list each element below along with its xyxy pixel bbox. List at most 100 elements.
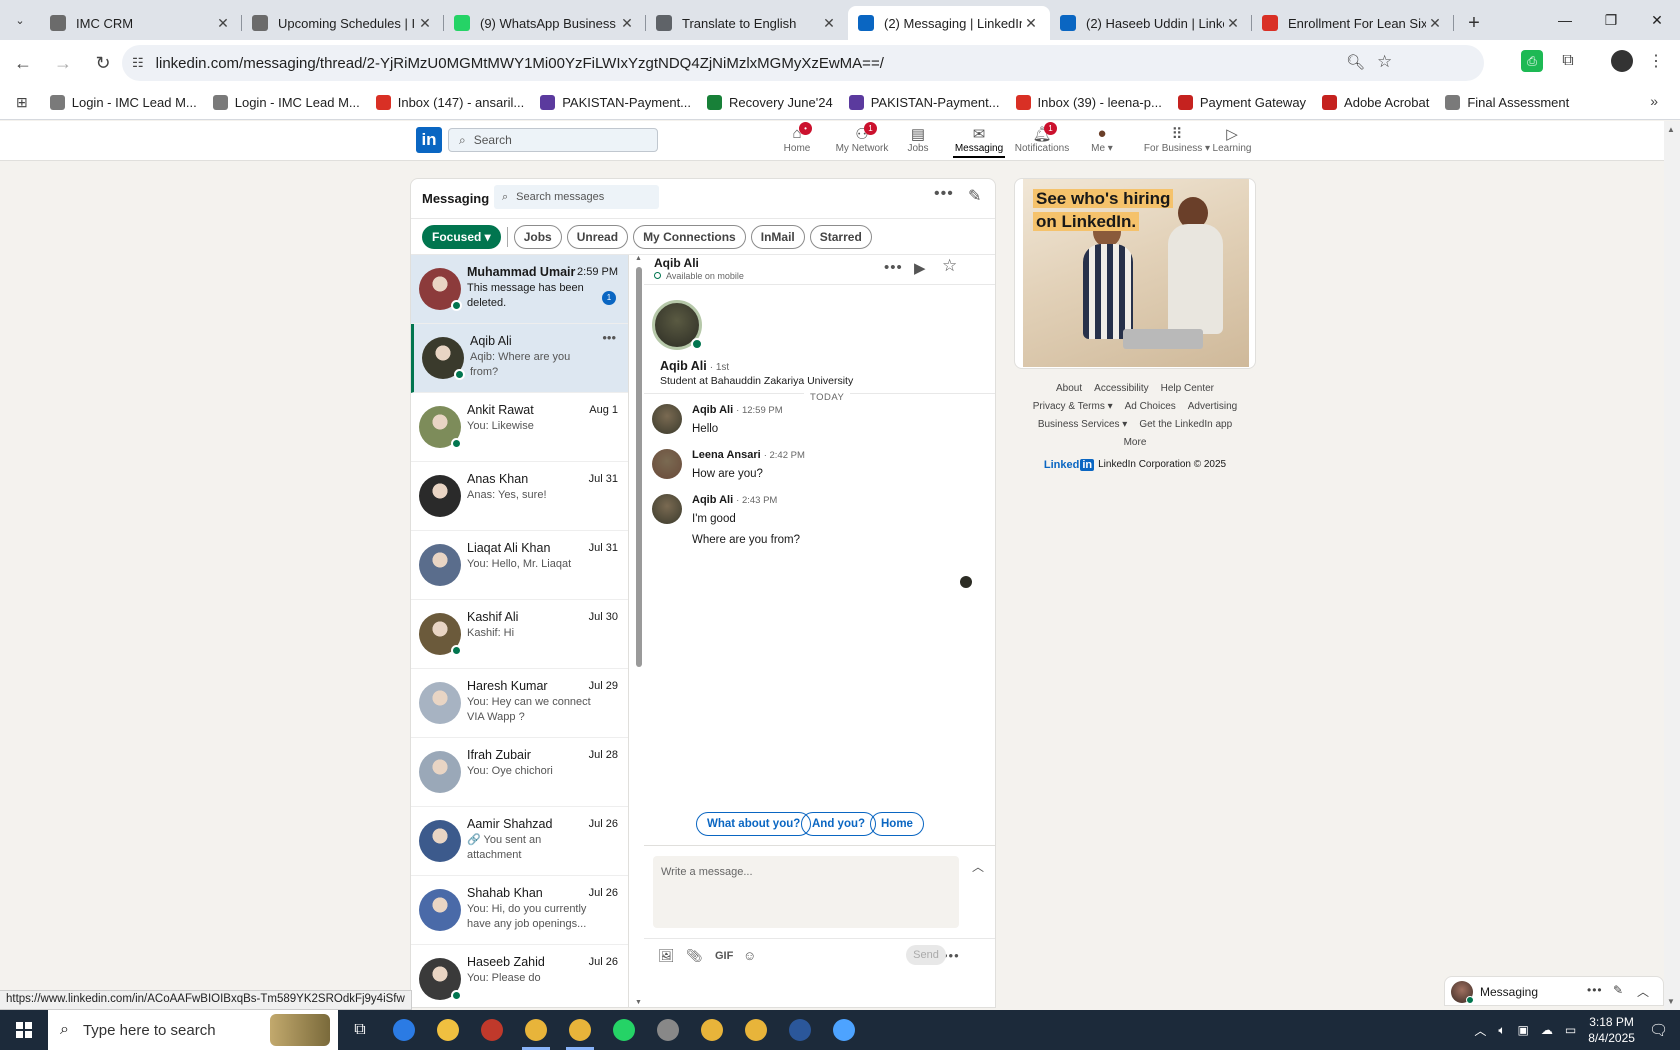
contact-profile-name[interactable]: Aqib Ali · 1st xyxy=(660,359,729,373)
taskbar-app-icon[interactable] xyxy=(690,1010,734,1050)
thread-contact-name[interactable]: Aqib Ali xyxy=(654,256,699,270)
browser-tab[interactable]: Translate to English ✕ xyxy=(646,6,848,40)
start-button[interactable] xyxy=(0,1010,48,1050)
conversation-item[interactable]: Liaqat Ali Khan Jul 31 You: Hello, Mr. Lia… xyxy=(411,531,628,600)
bookmark-item[interactable]: Inbox (39) - leena-p... xyxy=(1015,95,1162,110)
reload-icon[interactable]: ↻ xyxy=(86,46,120,80)
footer-link[interactable]: Accessibility xyxy=(1094,380,1148,398)
gif-button[interactable]: GIF xyxy=(715,950,733,962)
clock[interactable]: 3:18 PM 8/4/2025 xyxy=(1588,1014,1635,1046)
star-icon[interactable]: ☆ xyxy=(942,256,957,276)
nav-briefcase[interactable]: ▤ Jobs xyxy=(888,125,948,154)
onedrive-icon[interactable]: ☁ xyxy=(1541,1023,1553,1037)
page-scrollbar[interactable]: ▲ ▼ xyxy=(1664,121,1680,1010)
footer-link[interactable]: About xyxy=(1056,380,1082,398)
taskbar-app-icon[interactable] xyxy=(778,1010,822,1050)
message-input[interactable]: Write a message... xyxy=(653,856,959,928)
conversation-item[interactable]: Kashif Ali Jul 30 Kashif: Hi xyxy=(411,600,628,669)
suggested-reply-button[interactable]: And you? xyxy=(801,812,877,836)
url-text[interactable]: linkedin.com/messaging/thread/2-YjRiMzU0… xyxy=(156,55,884,72)
bookmark-item[interactable]: Login - IMC Lead M... xyxy=(49,95,197,110)
footer-link[interactable]: Help Center xyxy=(1161,380,1214,398)
taskbar-app-icon[interactable] xyxy=(822,1010,866,1050)
filter-pill[interactable]: Jobs xyxy=(513,224,562,249)
browser-tab[interactable]: Upcoming Schedules | IM ✕ xyxy=(242,6,444,40)
meet-icon[interactable]: ▣ xyxy=(1518,1023,1529,1037)
taskbar-app-icon[interactable] xyxy=(558,1010,602,1050)
browser-tab[interactable]: (2) Haseeb Uddin | Linke ✕ xyxy=(1050,6,1252,40)
bookmark-item[interactable]: Inbox (147) - ansaril... xyxy=(375,95,524,110)
footer-link[interactable]: Get the LinkedIn app xyxy=(1139,416,1232,434)
sender-avatar[interactable] xyxy=(652,404,682,434)
sender-name[interactable]: Aqib Ali xyxy=(692,404,733,416)
tab-close-icon[interactable]: ✕ xyxy=(618,15,636,32)
expand-composer-icon[interactable]: ︿ xyxy=(972,858,984,875)
bookmark-item[interactable]: Payment Gateway xyxy=(1177,95,1306,110)
extensions-puzzle-icon[interactable]: ⧉ xyxy=(1557,50,1579,72)
nav-play[interactable]: ▷ Learning xyxy=(1202,125,1262,154)
conversation-item[interactable]: Aqib Ali ••• Aqib: Where are you from? xyxy=(411,324,628,393)
suggested-reply-button[interactable]: Home xyxy=(870,812,924,836)
nav-home[interactable]: ⌂ • Home xyxy=(767,122,827,154)
conversation-item[interactable]: Aamir Shahzad Jul 26 🔗 You sent an attachm… xyxy=(411,807,628,876)
browser-menu-icon[interactable]: ⋮ xyxy=(1645,50,1667,72)
filter-pill[interactable]: Focused ▾ xyxy=(422,224,501,249)
footer-link[interactable]: Privacy & Terms ▾ xyxy=(1033,398,1113,416)
browser-tab[interactable]: (2) Messaging | LinkedIn ✕ xyxy=(848,6,1050,40)
mini-expand-icon[interactable]: ︿ xyxy=(1637,983,1649,1000)
compose-icon[interactable]: ✎ xyxy=(968,186,981,206)
conversation-item[interactable]: Shahab Khan Jul 26 You: Hi, do you current… xyxy=(411,876,628,945)
nav-chat[interactable]: ✉ Messaging xyxy=(949,125,1009,158)
tab-close-icon[interactable]: ✕ xyxy=(1426,15,1444,32)
global-search-input[interactable]: ⌕ Search xyxy=(448,128,658,152)
apps-grid-icon[interactable]: ⊞ xyxy=(16,94,28,111)
tab-search-chevron-icon[interactable]: ⌄ xyxy=(0,0,40,40)
bookmark-item[interactable]: Recovery June'24 xyxy=(707,95,833,110)
filter-pill[interactable]: Starred xyxy=(809,224,872,249)
filter-pill[interactable]: InMail xyxy=(750,224,805,249)
conversation-item[interactable]: Anas Khan Jul 31 Anas: Yes, sure! xyxy=(411,462,628,531)
back-icon[interactable]: ← xyxy=(6,46,40,80)
filter-pill[interactable]: Unread xyxy=(566,224,629,249)
bookmark-item[interactable]: Login - IMC Lead M... xyxy=(212,95,360,110)
close-window-icon[interactable]: ✕ xyxy=(1634,0,1680,40)
scroll-up-icon[interactable]: ▲ xyxy=(1667,125,1675,134)
taskbar-app-icon[interactable] xyxy=(646,1010,690,1050)
bookmark-item[interactable]: Adobe Acrobat xyxy=(1322,95,1429,110)
footer-link[interactable]: Ad Choices xyxy=(1125,398,1176,416)
taskbar-app-icon[interactable] xyxy=(382,1010,426,1050)
conversation-item[interactable]: Haseeb Zahid Jul 26 You: Please do xyxy=(411,945,628,1007)
scrollbar-thumb[interactable] xyxy=(636,267,642,667)
footer-link[interactable]: Advertising xyxy=(1188,398,1237,416)
browser-tab[interactable]: IMC CRM ✕ xyxy=(40,6,242,40)
conversation-more-icon[interactable]: ••• xyxy=(602,330,616,345)
scroll-up-icon[interactable]: ▲ xyxy=(635,255,642,262)
conversation-scrollbar[interactable]: ▲ ▼ xyxy=(634,255,644,1007)
conversation-item[interactable]: Ifrah Zubair Jul 28 You: Oye chichori xyxy=(411,738,628,807)
tab-close-icon[interactable]: ✕ xyxy=(1022,15,1040,32)
taskbar-app-icon[interactable] xyxy=(470,1010,514,1050)
image-icon[interactable]: 🖼︎ xyxy=(658,948,675,964)
omnibox[interactable]: ☷ linkedin.com/messaging/thread/2-YjRiMz… xyxy=(122,45,1484,81)
taskbar-app-icon[interactable] xyxy=(734,1010,778,1050)
hiring-ad[interactable]: See who's hiring on LinkedIn. xyxy=(1014,178,1256,369)
tab-close-icon[interactable]: ✕ xyxy=(214,15,232,32)
scroll-down-icon[interactable]: ▼ xyxy=(1667,997,1675,1006)
sender-name[interactable]: Leena Ansari xyxy=(692,449,761,461)
taskbar-app-icon[interactable] xyxy=(426,1010,470,1050)
send-button[interactable]: Send xyxy=(906,945,946,965)
task-view-icon[interactable]: ⧉ xyxy=(338,1010,382,1050)
suggested-reply-button[interactable]: What about you? xyxy=(696,812,812,836)
tray-chevron-icon[interactable]: ︿ xyxy=(1474,1022,1486,1039)
footer-link[interactable]: Business Services ▾ xyxy=(1038,416,1128,434)
thread-more-icon[interactable]: ••• xyxy=(884,259,903,276)
nav-network[interactable]: ⚇ 1 My Network xyxy=(832,122,892,154)
minimize-icon[interactable]: — xyxy=(1542,0,1588,40)
scroll-down-icon[interactable]: ▼ xyxy=(635,999,642,1006)
attachment-icon[interactable]: 📎︎ xyxy=(686,948,703,964)
mini-messaging-bar[interactable]: Messaging ••• ✎ ︿ xyxy=(1444,976,1664,1006)
sender-avatar[interactable] xyxy=(652,494,682,524)
search-messages-input[interactable]: ⌕ Search messages xyxy=(494,185,659,209)
nav-bell[interactable]: 🔔︎ 1 Notifications xyxy=(1012,122,1072,154)
taskbar-app-icon[interactable] xyxy=(514,1010,558,1050)
